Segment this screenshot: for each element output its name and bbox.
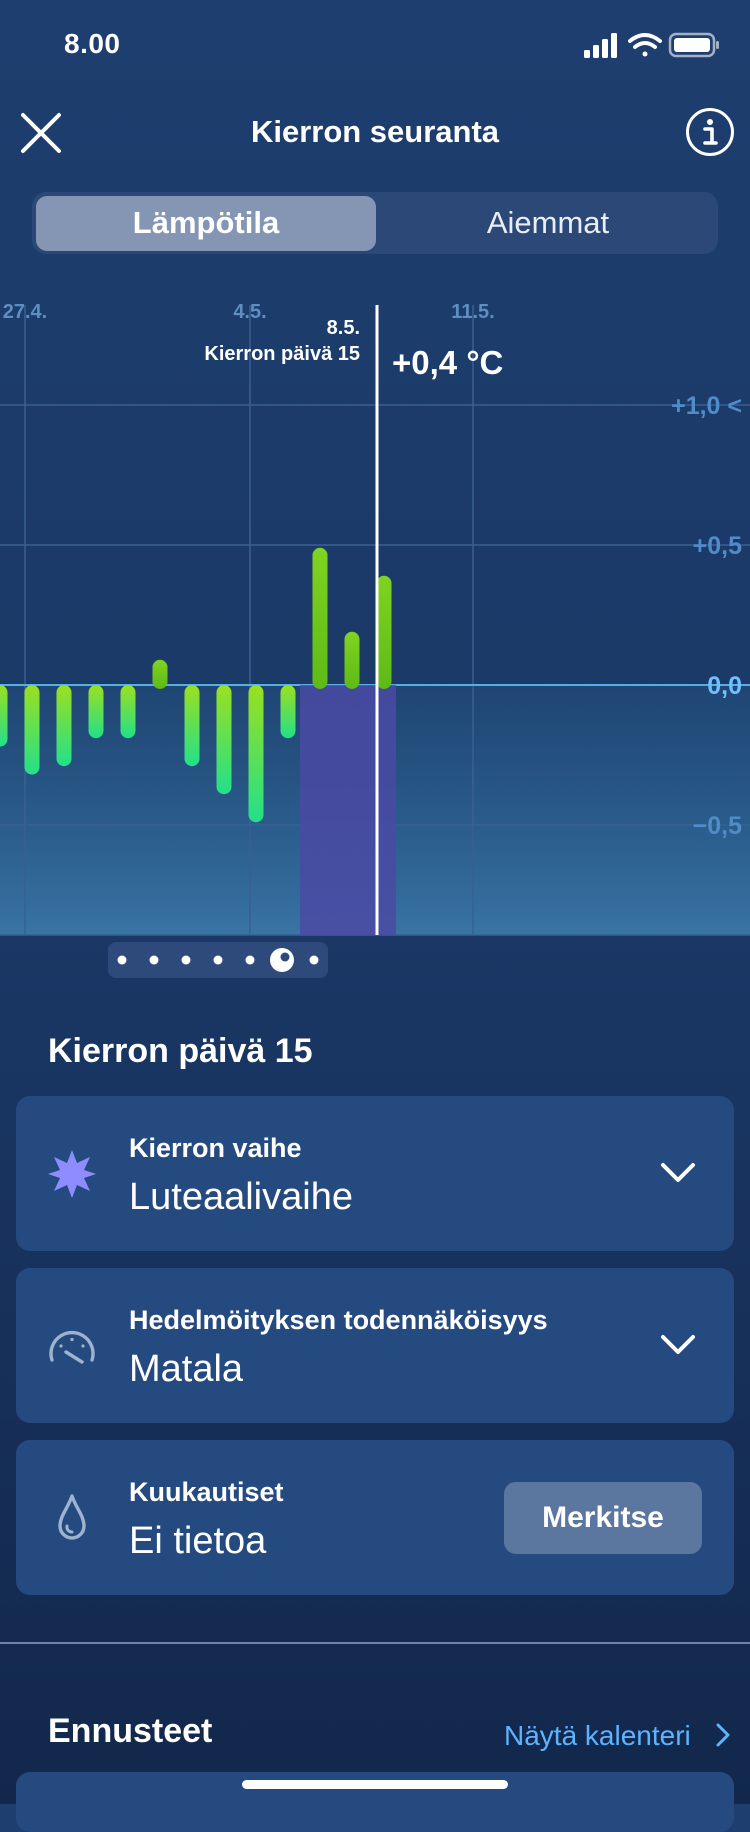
chart-bar-11 — [344, 631, 360, 689]
battery-icon — [668, 32, 719, 58]
chart-bar-10 — [312, 547, 328, 689]
page-title: Kierron seuranta — [250, 114, 500, 149]
chart-bar-9 — [280, 685, 296, 739]
chevron-right-icon[interactable] — [716, 1722, 730, 1748]
tab-history[interactable]: Aiemmat — [378, 205, 718, 241]
cycle-phase-label: Kierron vaihe — [129, 1133, 302, 1163]
selected-cycle-day: Kierron päivä 15 — [204, 343, 360, 365]
signal-icon — [584, 33, 617, 58]
forecast-title: Ennusteet — [48, 1712, 213, 1750]
chart-bar-1 — [24, 685, 40, 775]
y-tick-label: +1,0 < — [671, 392, 742, 420]
status-icons — [584, 32, 719, 58]
home-indicator[interactable] — [242, 1780, 508, 1789]
drop-icon — [58, 1494, 86, 1540]
x-tick-label: 27.4. — [3, 301, 47, 323]
page-dot — [213, 955, 223, 965]
x-axis-ticks: 27.4. 4.5. 11.5. — [3, 301, 495, 323]
chart-bar-7 — [216, 685, 232, 795]
fertility-value: Matala — [129, 1348, 244, 1390]
chart-bar-4 — [120, 685, 136, 739]
chart-bar-5 — [152, 659, 168, 689]
gauge-icon — [49, 1330, 95, 1364]
info-button[interactable] — [686, 108, 734, 156]
chevron-down-icon[interactable] — [660, 1333, 696, 1357]
page-dot-active-inner — [280, 952, 290, 962]
page-dot — [181, 955, 191, 965]
status-time: 8.00 — [64, 28, 121, 59]
chart-bar-3 — [88, 685, 104, 739]
chevron-down-icon[interactable] — [660, 1161, 696, 1185]
mark-period-button[interactable]: Merkitse — [504, 1482, 702, 1554]
period-value: Ei tietoa — [129, 1520, 267, 1562]
selected-date: 8.5. — [327, 317, 360, 339]
x-tick-label: 11.5. — [451, 301, 494, 323]
show-calendar-link[interactable]: Näytä kalenteri — [504, 1720, 691, 1752]
y-tick-label: 0,0 — [707, 672, 742, 700]
page-dot — [309, 955, 319, 965]
chart-bar-8 — [248, 685, 264, 823]
fertility-label: Hedelmöityksen todennäköisyys — [129, 1305, 548, 1335]
page-dot — [245, 955, 255, 965]
tab-temperature[interactable]: Lämpötila — [36, 205, 376, 241]
cycle-phase-card[interactable] — [16, 1096, 734, 1251]
page-dot — [117, 955, 127, 965]
temperature-chart[interactable]: 27.4. 4.5. 11.5. +1,0 < +0,5 0,0 −0,5 8.5. Ki… — [0, 290, 750, 940]
info-icon — [703, 119, 718, 145]
section-divider — [0, 1642, 750, 1644]
y-tick-label: −0,5 — [693, 812, 742, 840]
sparkle-icon — [48, 1150, 96, 1198]
y-tick-label: +0,5 — [693, 532, 742, 560]
luteal-phase-shading — [300, 685, 396, 935]
chart-bar-2 — [56, 685, 72, 767]
x-tick-label: 4.5. — [233, 301, 266, 323]
selected-temperature: +0,4 °C — [392, 344, 503, 381]
page-dot — [149, 955, 159, 965]
wifi-icon — [628, 33, 662, 57]
chart-bar-6 — [184, 685, 200, 767]
chart-bar-0 — [0, 685, 8, 747]
fertility-card[interactable] — [16, 1268, 734, 1423]
page-indicator[interactable] — [108, 942, 328, 978]
cycle-day-title: Kierron päivä 15 — [48, 1032, 313, 1070]
period-label: Kuukautiset — [129, 1477, 284, 1507]
cycle-phase-value: Luteaalivaihe — [129, 1176, 353, 1218]
chart-bar-12 — [376, 575, 392, 689]
